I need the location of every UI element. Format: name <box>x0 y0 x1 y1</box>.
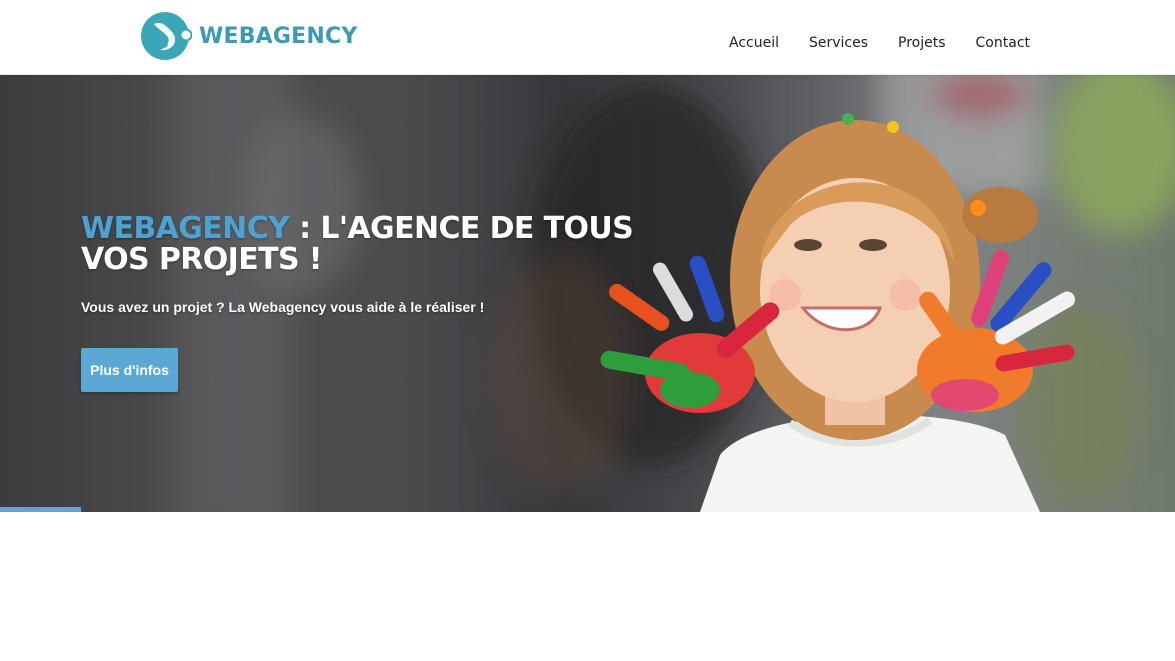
hero-subtitle: Vous avez un projet ? La Webagency vous … <box>81 299 485 315</box>
nav-item-contact[interactable]: Contact <box>976 35 1030 51</box>
slide-indicator-active[interactable] <box>0 507 81 512</box>
hero-title-accent: WEBAGENCY <box>81 211 290 246</box>
nav-item-accueil[interactable]: Accueil <box>729 35 779 51</box>
logo[interactable]: WEBAGENCY <box>140 10 357 62</box>
hero-background-photo <box>0 75 1175 512</box>
main-nav: Accueil Services Projets Contact <box>729 35 1030 51</box>
hero-slider: WEBAGENCY : L'AGENCE DE TOUS VOS PROJETS… <box>0 75 1175 512</box>
logo-text: WEBAGENCY <box>199 23 358 49</box>
nav-item-services[interactable]: Services <box>809 35 868 51</box>
more-info-button[interactable]: Plus d'infos <box>81 348 178 392</box>
nav-item-projets[interactable]: Projets <box>898 35 946 51</box>
hero-title: WEBAGENCY : L'AGENCE DE TOUS VOS PROJETS… <box>81 213 641 275</box>
logo-icon <box>141 12 192 60</box>
site-header: WEBAGENCY Accueil Services Projets Conta… <box>0 0 1175 74</box>
